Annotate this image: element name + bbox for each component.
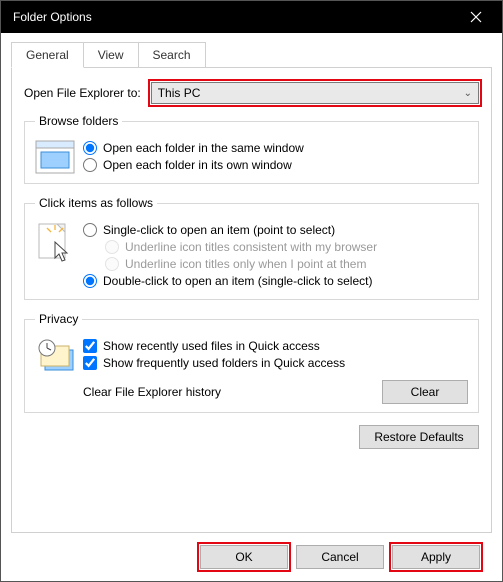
- radio-single-click-label: Single-click to open an item (point to s…: [103, 223, 335, 237]
- check-recent-row[interactable]: Show recently used files in Quick access: [83, 339, 468, 353]
- radio-own-window-label: Open each folder in its own window: [103, 158, 292, 172]
- clear-history-label: Clear File Explorer history: [83, 385, 382, 399]
- restore-defaults-row: Restore Defaults: [24, 425, 479, 449]
- click-items-group: Click items as follows: [24, 196, 479, 300]
- dialog-footer: OK Cancel Apply: [11, 533, 492, 581]
- radio-underline-browser-row: Underline icon titles consistent with my…: [105, 240, 468, 254]
- radio-underline-point-row: Underline icon titles only when I point …: [105, 257, 468, 271]
- page-cursor-icon: [35, 222, 75, 268]
- titlebar: Folder Options: [1, 1, 502, 33]
- chevron-down-icon: ⌄: [464, 88, 472, 99]
- radio-underline-point: [105, 257, 119, 271]
- privacy-icon: [35, 336, 83, 374]
- open-explorer-value: This PC: [158, 86, 464, 100]
- check-frequent-row[interactable]: Show frequently used folders in Quick ac…: [83, 356, 468, 370]
- close-button[interactable]: [456, 3, 496, 31]
- apply-button[interactable]: Apply: [392, 545, 480, 569]
- privacy-group: Privacy Show re: [24, 312, 479, 413]
- radio-double-click[interactable]: [83, 274, 97, 288]
- radio-double-click-label: Double-click to open an item (single-cli…: [103, 274, 372, 288]
- click-items-legend: Click items as follows: [35, 196, 157, 210]
- radio-own-window-row[interactable]: Open each folder in its own window: [83, 158, 468, 172]
- check-frequent-folders-label: Show frequently used folders in Quick ac…: [103, 356, 345, 370]
- cancel-button[interactable]: Cancel: [296, 545, 384, 569]
- check-frequent-folders[interactable]: [83, 356, 97, 370]
- restore-defaults-button[interactable]: Restore Defaults: [359, 425, 479, 449]
- browse-folders-legend: Browse folders: [35, 114, 122, 128]
- browse-folders-icon: [35, 138, 83, 174]
- radio-underline-point-label: Underline icon titles only when I point …: [125, 257, 366, 271]
- open-explorer-dropdown[interactable]: This PC ⌄: [151, 82, 479, 104]
- tab-search[interactable]: Search: [139, 42, 206, 68]
- clock-folder-icon: [35, 338, 77, 374]
- radio-single-click[interactable]: [83, 223, 97, 237]
- radio-own-window[interactable]: [83, 158, 97, 172]
- check-recent-files-label: Show recently used files in Quick access: [103, 339, 320, 353]
- client-area: General View Search Open File Explorer t…: [1, 33, 502, 581]
- open-explorer-row: Open File Explorer to: This PC ⌄: [24, 82, 479, 104]
- tab-panel-general: Open File Explorer to: This PC ⌄ Browse …: [11, 67, 492, 533]
- tab-view[interactable]: View: [84, 42, 139, 68]
- open-explorer-label: Open File Explorer to:: [24, 86, 141, 100]
- radio-single-click-row[interactable]: Single-click to open an item (point to s…: [83, 223, 468, 237]
- click-items-icon: [35, 220, 83, 268]
- privacy-legend: Privacy: [35, 312, 82, 326]
- radio-same-window-label: Open each folder in the same window: [103, 141, 304, 155]
- clear-button[interactable]: Clear: [382, 380, 468, 404]
- windows-folder-icon: [35, 140, 75, 174]
- tab-general[interactable]: General: [11, 42, 84, 68]
- close-icon: [470, 11, 482, 23]
- radio-double-click-row[interactable]: Double-click to open an item (single-cli…: [83, 274, 468, 288]
- ok-button[interactable]: OK: [200, 545, 288, 569]
- clear-history-row: Clear File Explorer history Clear: [83, 380, 468, 404]
- radio-same-window-row[interactable]: Open each folder in the same window: [83, 141, 468, 155]
- window-title: Folder Options: [13, 10, 456, 24]
- radio-underline-browser: [105, 240, 119, 254]
- folder-options-dialog: Folder Options General View Search Open …: [0, 0, 503, 582]
- check-recent-files[interactable]: [83, 339, 97, 353]
- radio-same-window[interactable]: [83, 141, 97, 155]
- radio-underline-browser-label: Underline icon titles consistent with my…: [125, 240, 377, 254]
- tab-strip: General View Search: [11, 42, 492, 68]
- browse-folders-group: Browse folders Open each folder in the s…: [24, 114, 479, 184]
